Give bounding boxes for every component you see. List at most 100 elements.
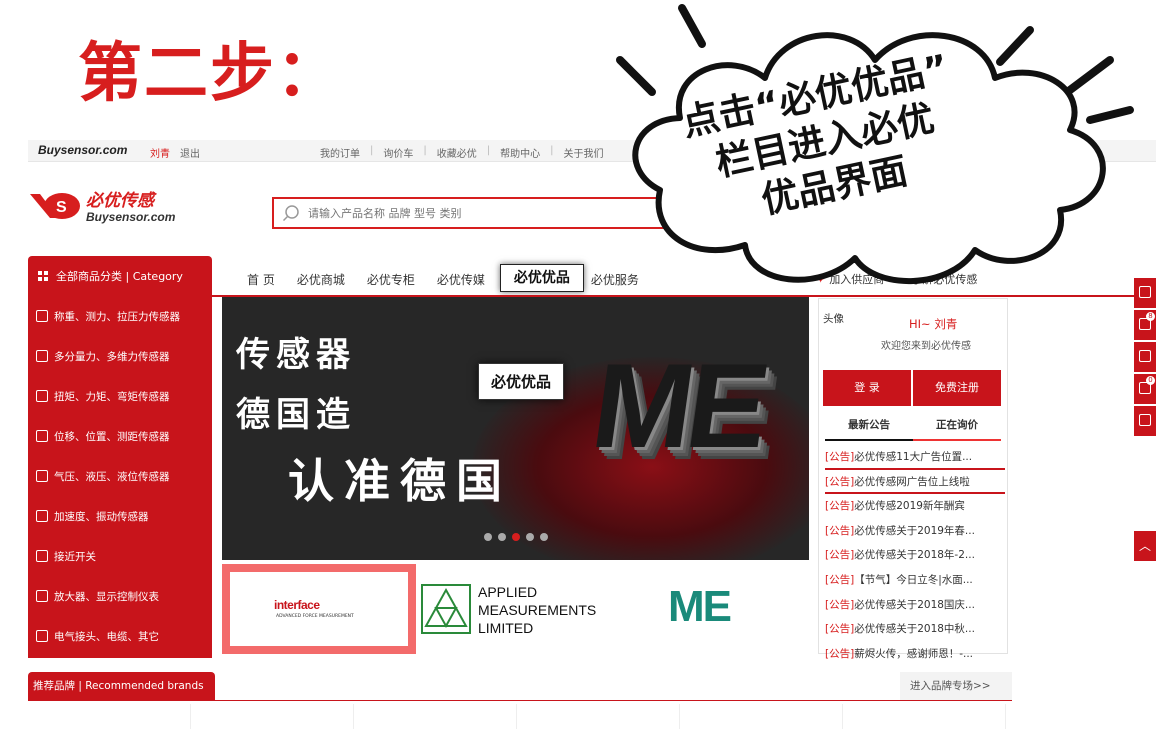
topbar-link-help[interactable]: 帮助中心 bbox=[500, 145, 540, 160]
category-item-weighing[interactable]: 称重、测力、拉压力传感器 bbox=[28, 296, 212, 336]
interface-logo: interface bbox=[274, 598, 320, 612]
tab-inquiries[interactable]: 正在询价 bbox=[913, 415, 1001, 439]
about-link[interactable]: ✹ 了解必优传感 bbox=[898, 271, 977, 287]
nav-item-premium[interactable]: 必优优品 bbox=[499, 264, 584, 292]
brand-applied-measurements[interactable]: APPLIED MEASUREMENTS LIMITED bbox=[418, 564, 626, 654]
notice-tag: [公告] bbox=[825, 451, 855, 463]
notice-item[interactable]: [公告]必优传感关于2019年春... bbox=[825, 519, 1005, 544]
nav-item-mall[interactable]: 必优商城 bbox=[286, 270, 356, 290]
notice-text: 必优传感关于2019年春... bbox=[854, 524, 975, 537]
brand-interface[interactable]: interface ADVANCED FORCE MEASUREMENT bbox=[222, 564, 416, 654]
notice-item[interactable]: [公告]必优传感11大广告位置... bbox=[825, 445, 1005, 470]
brand-cell[interactable] bbox=[843, 704, 1006, 729]
back-to-top-button[interactable]: ︿ bbox=[1134, 531, 1156, 561]
category-item-pressure[interactable]: 气压、液压、液位传感器 bbox=[28, 456, 212, 496]
topbar-link-orders[interactable]: 我的订单 bbox=[320, 145, 360, 160]
notice-item[interactable]: [公告]必优传感关于2018国庆... bbox=[825, 593, 1005, 618]
category-label: 气压、液压、液位传感器 bbox=[54, 470, 170, 483]
carousel-dot[interactable] bbox=[526, 533, 534, 541]
calculator-icon[interactable] bbox=[1134, 342, 1156, 372]
category-item-acceleration[interactable]: 加速度、振动传感器 bbox=[28, 496, 212, 536]
carousel-dot[interactable] bbox=[484, 533, 492, 541]
login-button[interactable]: 登 录 bbox=[823, 370, 911, 406]
banner-line-1: 传感器 bbox=[236, 335, 356, 375]
topbar-links: 我的订单 | 询价车 | 收藏必优 | 帮助中心 | 关于我们 bbox=[320, 145, 604, 160]
register-button[interactable]: 免费注册 bbox=[913, 370, 1001, 406]
brand-me[interactable]: ME bbox=[628, 564, 808, 654]
applied-logo-text: APPLIED MEASUREMENTS LIMITED bbox=[478, 583, 596, 637]
meter-icon bbox=[36, 590, 48, 602]
divider: | bbox=[370, 145, 374, 156]
category-label: 电气接头、电缆、其它 bbox=[54, 630, 159, 643]
notice-item[interactable]: [公告]必优传感关于2018年-2... bbox=[825, 543, 1005, 568]
brand-cell[interactable] bbox=[28, 704, 191, 729]
message-icon[interactable]: 0 bbox=[1134, 374, 1156, 404]
topbar-logout-link[interactable]: 退出 bbox=[180, 145, 200, 160]
logo-mark-icon: S bbox=[30, 193, 80, 219]
notice-text: 薪烬火传，感谢师恩！-... bbox=[854, 647, 974, 660]
topbar-user-name[interactable]: 刘青 bbox=[150, 145, 170, 160]
category-header[interactable]: 全部商品分类 | Category bbox=[28, 256, 212, 296]
notice-tag: [公告] bbox=[825, 573, 855, 586]
notice-text: 必优传感关于2018中秋... bbox=[854, 623, 975, 636]
brand-cell[interactable] bbox=[191, 704, 354, 729]
category-label: 加速度、振动传感器 bbox=[54, 510, 149, 523]
notice-text: 必优传感11大广告位置... bbox=[854, 451, 973, 463]
nav-item-counter[interactable]: 必优专柜 bbox=[356, 270, 426, 290]
nav-item-service[interactable]: 必优服务 bbox=[580, 270, 650, 290]
message-badge: 0 bbox=[1146, 376, 1155, 385]
brand-name-cn: 必优传感 bbox=[86, 191, 154, 211]
banner-callout-label: 必优优品 bbox=[478, 363, 565, 400]
notice-item[interactable]: [公告]【节气】今日立冬|水面... bbox=[825, 568, 1005, 593]
notice-item[interactable]: [公告]必优传感网广告位上线啦 bbox=[825, 470, 1005, 495]
calculator-glyph bbox=[1139, 350, 1151, 362]
search-bar bbox=[272, 197, 702, 229]
category-item-connectors[interactable]: 电气接头、电缆、其它 bbox=[28, 616, 212, 656]
notice-item[interactable]: [公告]必优传感2019新年酬宾 bbox=[825, 494, 1005, 519]
search-input[interactable] bbox=[308, 203, 668, 223]
user-panel: 头像 HI~ 刘青 欢迎您来到必优传感 登 录 免费注册 最新公告 正在询价 [… bbox=[818, 298, 1008, 660]
step-title: 第二步： bbox=[78, 37, 342, 111]
tab-latest-notices[interactable]: 最新公告 bbox=[825, 415, 913, 441]
brand-zone-link[interactable]: 进入品牌专场>> bbox=[900, 672, 1012, 700]
category-item-multi-axis[interactable]: 多分量力、多维力传感器 bbox=[28, 336, 212, 376]
triangle-logo-icon bbox=[421, 584, 471, 634]
category-item-proximity[interactable]: 接近开关 bbox=[28, 536, 212, 576]
join-supplier-label: 加入供应商 bbox=[829, 273, 885, 286]
topbar-link-about[interactable]: 关于我们 bbox=[564, 145, 604, 160]
topbar-link-inquiry-cart[interactable]: 询价车 bbox=[383, 145, 413, 160]
cart-icon[interactable]: 8 bbox=[1134, 310, 1156, 340]
user-glyph bbox=[1139, 286, 1151, 298]
plug-icon bbox=[36, 630, 48, 642]
category-item-displacement[interactable]: 位移、位置、测距传感器 bbox=[28, 416, 212, 456]
welcome-text: 欢迎您来到必优传感 bbox=[881, 341, 971, 352]
carousel-dot[interactable] bbox=[540, 533, 548, 541]
join-supplier-link[interactable]: ✦ 加入供应商 bbox=[816, 271, 884, 287]
topbar-site-logo[interactable]: Buysensor.com bbox=[38, 143, 127, 157]
hero-banner[interactable]: 传感器 德国造 认准德国 ME 必优优品 bbox=[222, 297, 809, 560]
carousel-dots bbox=[484, 533, 548, 541]
headset-icon[interactable] bbox=[1134, 406, 1156, 436]
nav-item-home[interactable]: 首 页 bbox=[236, 270, 286, 290]
category-item-torque[interactable]: 扭矩、力矩、弯矩传感器 bbox=[28, 376, 212, 416]
notice-text: 必优传感网广告位上线啦 bbox=[854, 475, 970, 488]
nav-item-media[interactable]: 必优传媒 bbox=[426, 270, 496, 290]
banner-line-2: 德国造 bbox=[236, 395, 356, 435]
brand-cell[interactable] bbox=[517, 704, 680, 729]
grid-icon bbox=[38, 271, 48, 281]
notice-item[interactable]: [公告]必优传感关于2018中秋... bbox=[825, 617, 1005, 642]
topbar-link-favorites[interactable]: 收藏必优 bbox=[437, 145, 477, 160]
notice-item[interactable]: [公告]薪烬火传，感谢师恩！-... bbox=[825, 642, 1005, 667]
site-logo[interactable]: S 必优传感 Buysensor.com bbox=[28, 184, 198, 228]
notice-tag: [公告] bbox=[825, 623, 855, 636]
header-extra-text: 障 bbox=[956, 223, 966, 234]
notice-tag: [公告] bbox=[825, 475, 855, 488]
category-item-amplifier[interactable]: 放大器、显示控制仪表 bbox=[28, 576, 212, 616]
carousel-dot[interactable] bbox=[498, 533, 506, 541]
carousel-dot[interactable] bbox=[512, 533, 520, 541]
category-label: 位移、位置、测距传感器 bbox=[54, 430, 170, 443]
switch-icon bbox=[36, 550, 48, 562]
brand-cell[interactable] bbox=[354, 704, 517, 729]
brand-cell[interactable] bbox=[680, 704, 843, 729]
user-icon[interactable] bbox=[1134, 278, 1156, 308]
